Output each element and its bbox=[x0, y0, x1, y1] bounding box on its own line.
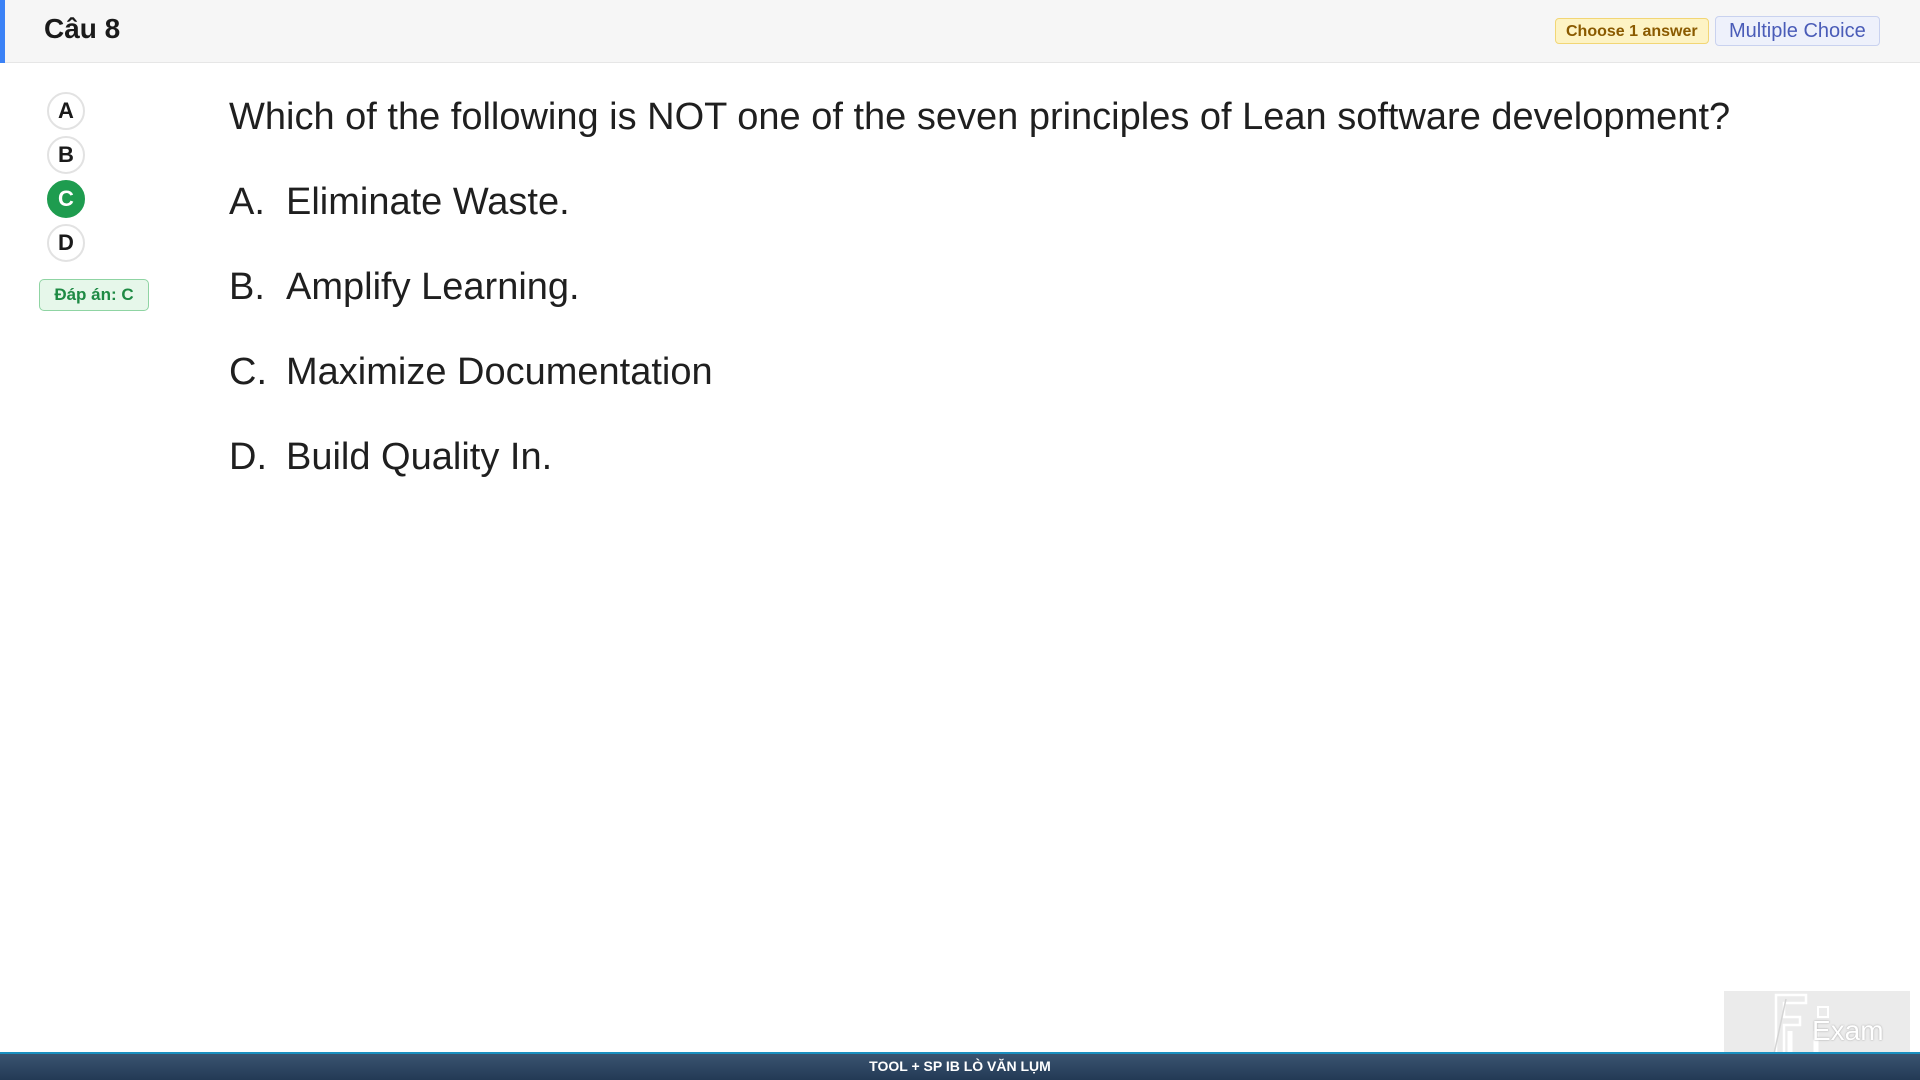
choice-d: D. Build Quality In. bbox=[229, 436, 552, 479]
choice-c-text: Maximize Documentation bbox=[286, 351, 713, 393]
header-accent-bar bbox=[0, 0, 5, 63]
question-type-badge: Multiple Choice bbox=[1715, 16, 1880, 46]
question-header: Câu 8 Choose 1 answer Multiple Choice bbox=[0, 0, 1920, 63]
question-text: Which of the following is NOT one of the… bbox=[229, 96, 1731, 138]
answer-option-a-button[interactable]: A bbox=[47, 92, 85, 130]
choice-a: A. Eliminate Waste. bbox=[229, 181, 570, 224]
choice-d-letter: D. bbox=[229, 436, 267, 478]
choice-c-letter: C. bbox=[229, 351, 267, 393]
exam-logo-text: Exam bbox=[1812, 1015, 1884, 1046]
answer-option-b-button[interactable]: B bbox=[47, 136, 85, 174]
choice-a-text: Eliminate Waste. bbox=[286, 181, 570, 223]
choice-a-letter: A. bbox=[229, 181, 265, 223]
choice-b: B. Amplify Learning. bbox=[229, 266, 580, 309]
choice-b-text: Amplify Learning. bbox=[286, 266, 580, 308]
quiz-page: Câu 8 Choose 1 answer Multiple Choice A … bbox=[0, 0, 1920, 1080]
choice-d-text: Build Quality In. bbox=[286, 436, 553, 478]
answer-option-c-button[interactable]: C bbox=[47, 180, 85, 218]
choice-c: C. Maximize Documentation bbox=[229, 351, 713, 394]
choice-b-letter: B. bbox=[229, 266, 265, 308]
footer-credit-bar: TOOL + SP IB LÒ VĂN LỤM bbox=[0, 1052, 1920, 1080]
correct-answer-badge: Đáp án: C bbox=[39, 279, 149, 311]
question-number-title: Câu 8 bbox=[44, 13, 121, 44]
choose-one-answer-badge: Choose 1 answer bbox=[1555, 18, 1709, 44]
answer-option-d-button[interactable]: D bbox=[47, 224, 85, 262]
